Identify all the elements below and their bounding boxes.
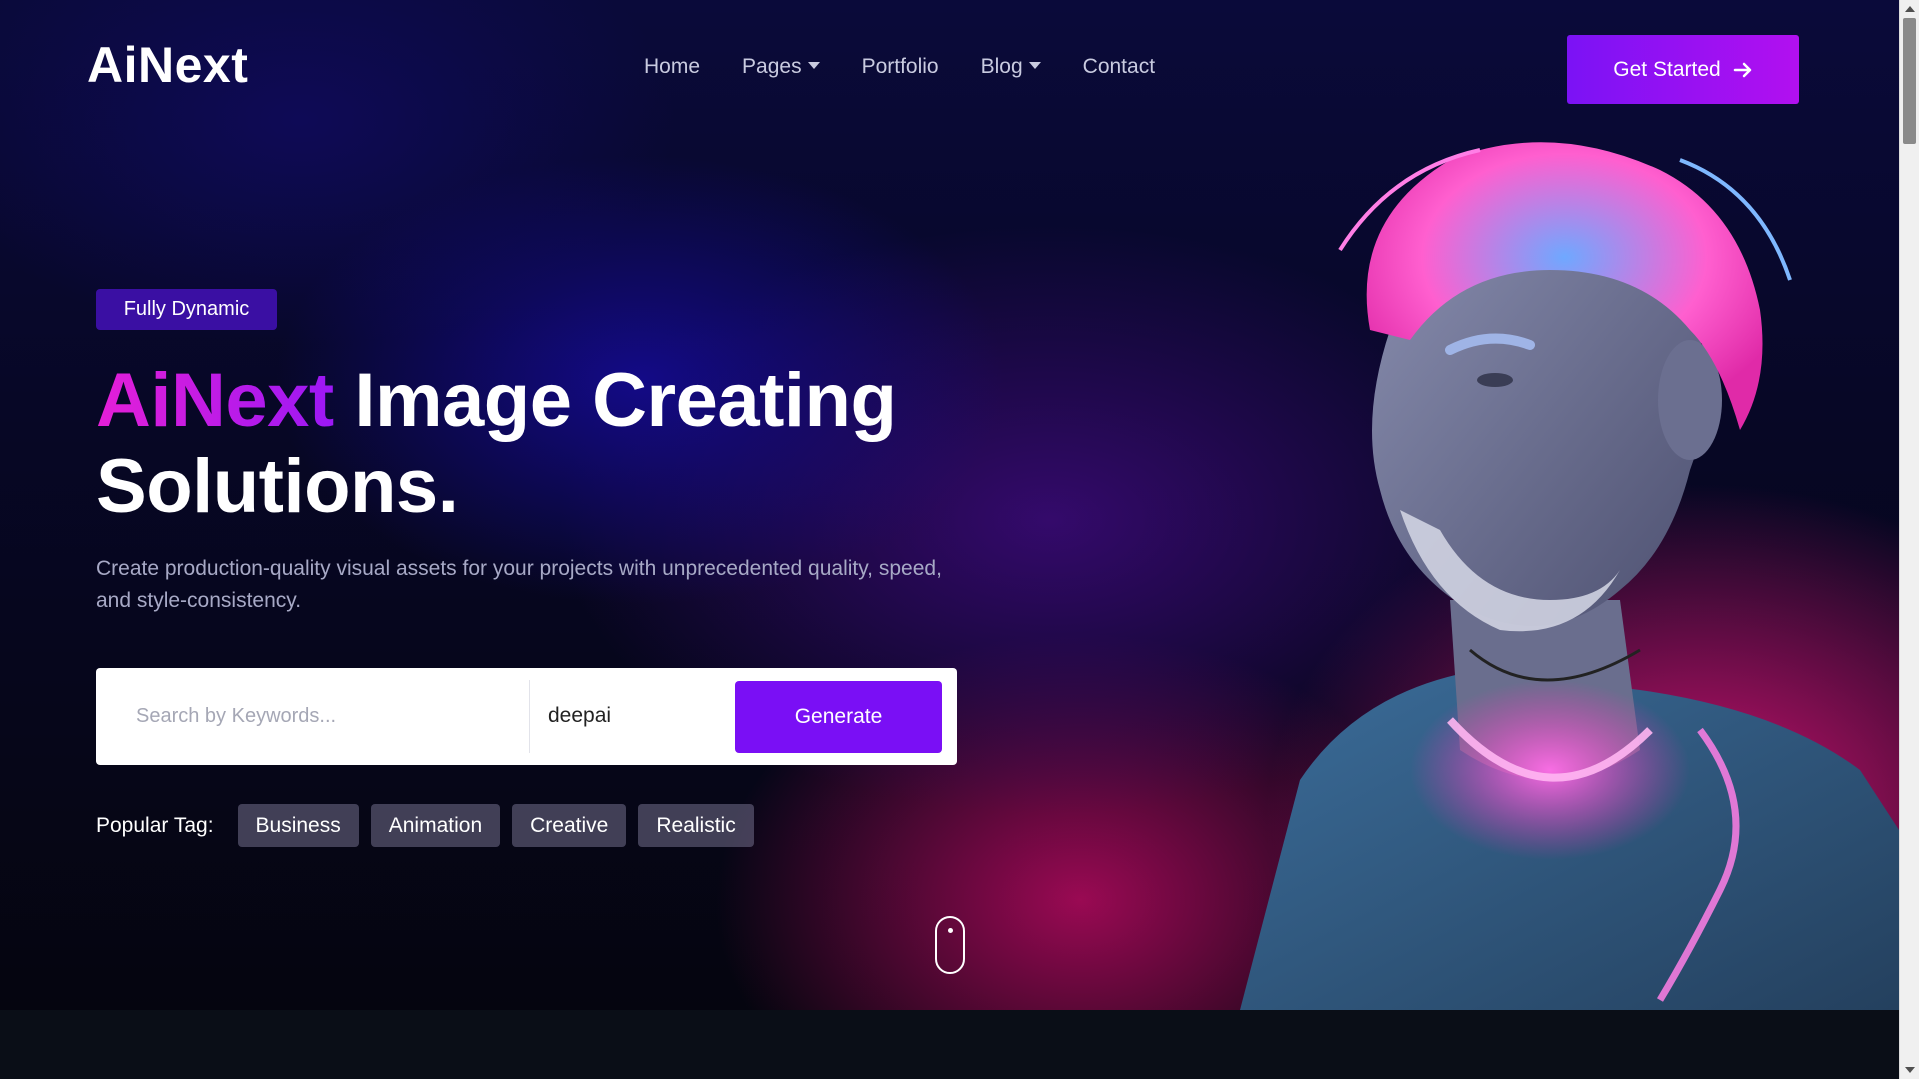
next-section	[0, 1010, 1899, 1079]
fully-dynamic-badge: Fully Dynamic	[96, 289, 277, 330]
nav-contact-label: Contact	[1082, 55, 1156, 78]
generate-button[interactable]: Generate	[735, 681, 942, 753]
main-nav: Home Pages Portfolio Blog Contact	[644, 55, 1155, 79]
nav-contact[interactable]: Contact	[1083, 55, 1155, 79]
nav-home[interactable]: Home	[644, 55, 700, 79]
scroll-down-icon[interactable]	[1905, 1067, 1915, 1073]
popular-tags-label: Popular Tag:	[96, 813, 214, 837]
hero-title: AiNext Image Creating Solutions.	[96, 358, 976, 530]
get-started-label: Get Started	[1613, 57, 1721, 81]
caret-down-icon	[1028, 61, 1041, 69]
model-select[interactable]: deepai	[548, 682, 728, 750]
scroll-up-icon[interactable]	[1905, 6, 1915, 12]
site-logo[interactable]: AiNext	[87, 36, 248, 94]
search-input[interactable]	[118, 682, 518, 750]
hero-section: AiNext Home Pages Portfolio Blog Contact…	[0, 0, 1899, 1010]
nav-pages[interactable]: Pages	[742, 55, 820, 79]
search-form: deepai Generate	[96, 668, 957, 765]
caret-down-icon	[807, 61, 820, 69]
hero-subtitle: Create production-quality visual assets …	[96, 557, 942, 612]
nav-portfolio-label: Portfolio	[861, 55, 939, 78]
page: AiNext Home Pages Portfolio Blog Contact…	[0, 0, 1919, 1079]
tag-creative[interactable]: Creative	[512, 804, 627, 847]
get-started-button[interactable]: Get Started	[1567, 35, 1799, 104]
nav-portfolio[interactable]: Portfolio	[862, 55, 939, 79]
model-select-value: deepai	[548, 704, 612, 727]
nav-pages-label: Pages	[742, 55, 802, 78]
nav-blog-label: Blog	[980, 55, 1023, 78]
hero-portrait-image	[1240, 142, 1899, 1010]
mouse-scroll-icon[interactable]	[935, 916, 965, 974]
tag-realistic[interactable]: Realistic	[638, 804, 754, 847]
nav-home-label: Home	[644, 55, 701, 78]
scroll-dot	[948, 928, 953, 933]
page-scrollbar[interactable]	[1899, 0, 1919, 1079]
scrollbar-thumb[interactable]	[1903, 18, 1916, 144]
search-divider	[529, 680, 530, 753]
popular-tags: Popular Tag: Business Animation Creative…	[96, 804, 754, 847]
tag-business[interactable]: Business	[237, 804, 359, 847]
generate-button-label: Generate	[794, 705, 883, 728]
nav-blog[interactable]: Blog	[981, 55, 1041, 79]
tag-animation[interactable]: Animation	[370, 804, 501, 847]
arrow-right-icon	[1733, 62, 1751, 77]
hero-title-brand: AiNext	[96, 358, 334, 443]
